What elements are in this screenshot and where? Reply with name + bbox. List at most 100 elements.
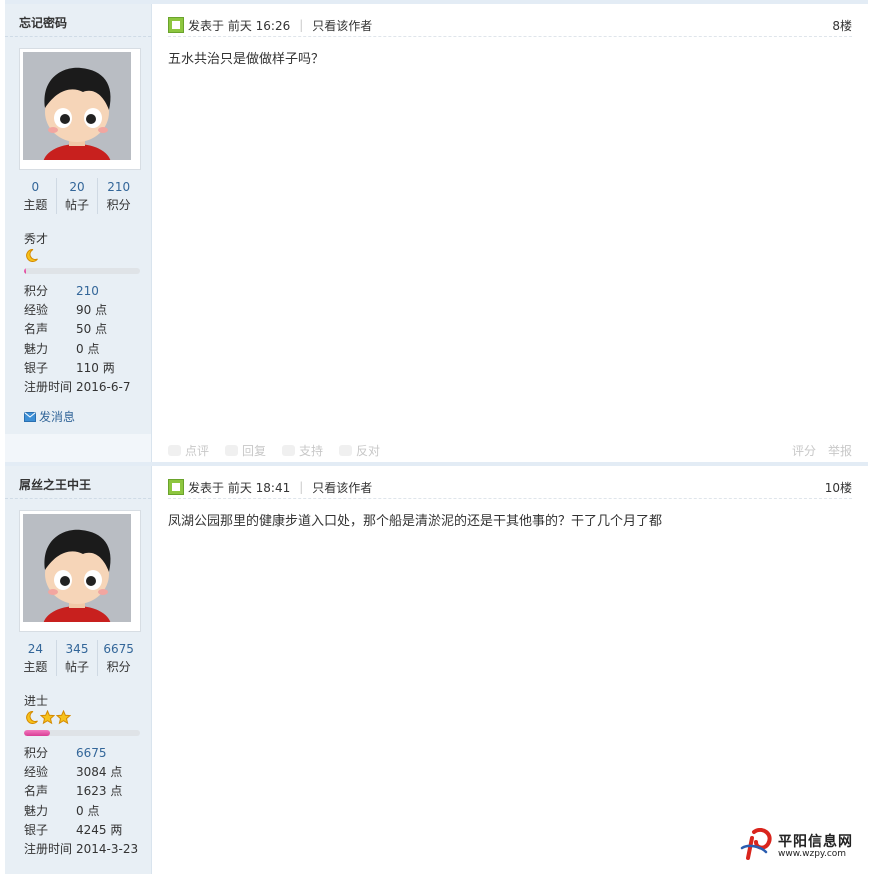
stat-value: 24 [27,642,43,656]
info-value: 110 两 [76,360,115,375]
posted-prefix: 发表于 [188,480,225,495]
info-key: 名声 [24,784,49,799]
post-actions: 点评 回复 支持 反对 评分 举报 [168,440,852,460]
send-message-label: 发消息 [39,410,76,424]
info-value: 90 点 [76,303,108,318]
reply-button[interactable]: 回复 [225,442,266,459]
online-status-icon [168,479,184,495]
floor-number[interactable]: 8楼 [832,17,852,34]
info-value: 50 点 [76,322,108,337]
author-name[interactable]: 忘记密码 [19,14,67,31]
author-sidebar: 屌丝之王中王 24 主题 345 帖子 6675 积分 进士 积分 6675 经… [5,466,152,874]
info-key: 银子 [24,822,49,837]
post-main: 发表于 前天 18:41 | 只看该作者 10楼 凤湖公园那里的健康步道入口处，… [152,466,868,874]
rank-progress-fill [24,268,27,274]
author-info: 积分 6675 经验 3084 点 名声 1623 点 魅力 0 点 银子 4245 两 … [24,744,138,859]
info-key: 经验 [24,765,49,780]
info-value: 0 点 [76,341,100,356]
stat-credits[interactable]: 6675 积分 [97,640,139,676]
info-row: 银子 110 两 [24,359,130,378]
author-sidebar: 忘记密码 0 主题 20 帖子 210 积分 秀才 积分 210 经验 90 点… [5,4,152,466]
author-stats: 0 主题 20 帖子 210 积分 [15,178,139,214]
stat-threads[interactable]: 0 主题 [15,178,56,214]
stat-value: 345 [65,642,89,656]
info-value: 1623 点 [76,784,123,799]
stat-posts[interactable]: 20 帖子 [55,178,98,214]
avatar[interactable] [19,510,141,632]
reply-icon [225,444,239,456]
thumbs-down-icon [339,444,353,456]
info-row: 注册时间 2014-3-23 [24,840,138,859]
oppose-button[interactable]: 反对 [339,442,380,459]
info-value: 3084 点 [76,765,123,780]
thumbs-up-icon [282,444,296,456]
info-key: 魅力 [24,341,49,356]
post-content: 凤湖公园那里的健康步道入口处，那个船是清淤泥的还是干其他事的？干了几个月了都 [168,514,663,529]
info-value: 2014-3-23 [76,841,139,856]
rank-progress-bar [24,268,140,274]
reply-label: 回复 [242,443,267,458]
only-author-link[interactable]: 只看该作者 [312,17,372,34]
info-value: 0 点 [76,803,100,818]
stat-label: 帖子 [65,198,90,212]
stat-credits[interactable]: 210 积分 [97,178,139,214]
rate-button[interactable]: 评分 [792,442,816,459]
stat-threads[interactable]: 24 主题 [15,640,56,676]
comment-button[interactable]: 点评 [168,442,209,459]
post-header: 发表于 前天 16:26 | 只看该作者 8楼 [168,14,852,37]
info-key: 注册时间 [24,841,73,856]
info-key: 积分 [24,746,49,760]
stat-label: 主题 [23,198,48,212]
stat-posts[interactable]: 345 帖子 [55,640,98,676]
stat-label: 积分 [106,198,131,212]
post-content: 五水共治只是做做样子吗？ [168,52,325,67]
posted-time: 前天 16:26 [227,18,291,33]
post-floor-8: 忘记密码 0 主题 20 帖子 210 积分 秀才 积分 210 经验 90 点… [5,0,868,466]
oppose-label: 反对 [356,443,381,458]
stat-value: 0 [31,180,40,194]
comment-label: 点评 [185,443,210,458]
floor-number[interactable]: 10楼 [825,479,852,496]
stat-label: 帖子 [65,660,90,674]
stat-value: 210 [107,180,131,194]
star-icon [56,710,71,725]
stat-label: 主题 [23,660,48,674]
only-author-link[interactable]: 只看该作者 [312,479,372,496]
author-name[interactable]: 屌丝之王中王 [19,476,91,493]
posted-time: 前天 18:41 [227,480,291,495]
author-stats: 24 主题 345 帖子 6675 积分 [15,640,139,676]
online-status-icon [168,17,184,33]
send-message-link[interactable]: 发消息 [24,408,75,425]
info-row: 名声 50 点 [24,320,130,339]
posted-prefix: 发表于 [188,18,225,33]
post-floor-10: 屌丝之王中王 24 主题 345 帖子 6675 积分 进士 积分 6675 经… [5,462,868,874]
info-row: 魅力 0 点 [24,340,130,359]
site-name: 平阳信息网 [778,834,853,850]
report-button[interactable]: 举报 [828,442,852,459]
user-rank: 秀才 [24,232,49,246]
separator: | [299,18,304,32]
divider [5,498,151,499]
post-main: 发表于 前天 16:26 | 只看该作者 8楼 五水共治只是做做样子吗？ 点评 … [152,4,868,466]
site-logo-icon [740,828,772,860]
avatar[interactable] [19,48,141,170]
divider [5,36,151,37]
separator: | [299,480,304,494]
envelope-icon [24,411,36,422]
info-value[interactable]: 6675 [76,744,107,763]
stat-label: 积分 [106,660,131,674]
moon-icon [26,248,38,262]
support-button[interactable]: 支持 [282,442,323,459]
star-icon [40,710,55,725]
rank-progress-bar [24,730,140,736]
info-value[interactable]: 210 [76,282,99,301]
info-key: 名声 [24,322,49,337]
support-label: 支持 [299,443,324,458]
info-row: 经验 3084 点 [24,763,138,782]
info-row: 名声 1623 点 [24,782,138,801]
rank-icons [24,248,39,264]
site-watermark-logo: 平阳信息网 www.wzpy.com [740,828,853,862]
info-value: 2016-6-7 [76,379,131,394]
avatar-image [23,514,131,622]
info-row: 积分 6675 [24,744,138,763]
